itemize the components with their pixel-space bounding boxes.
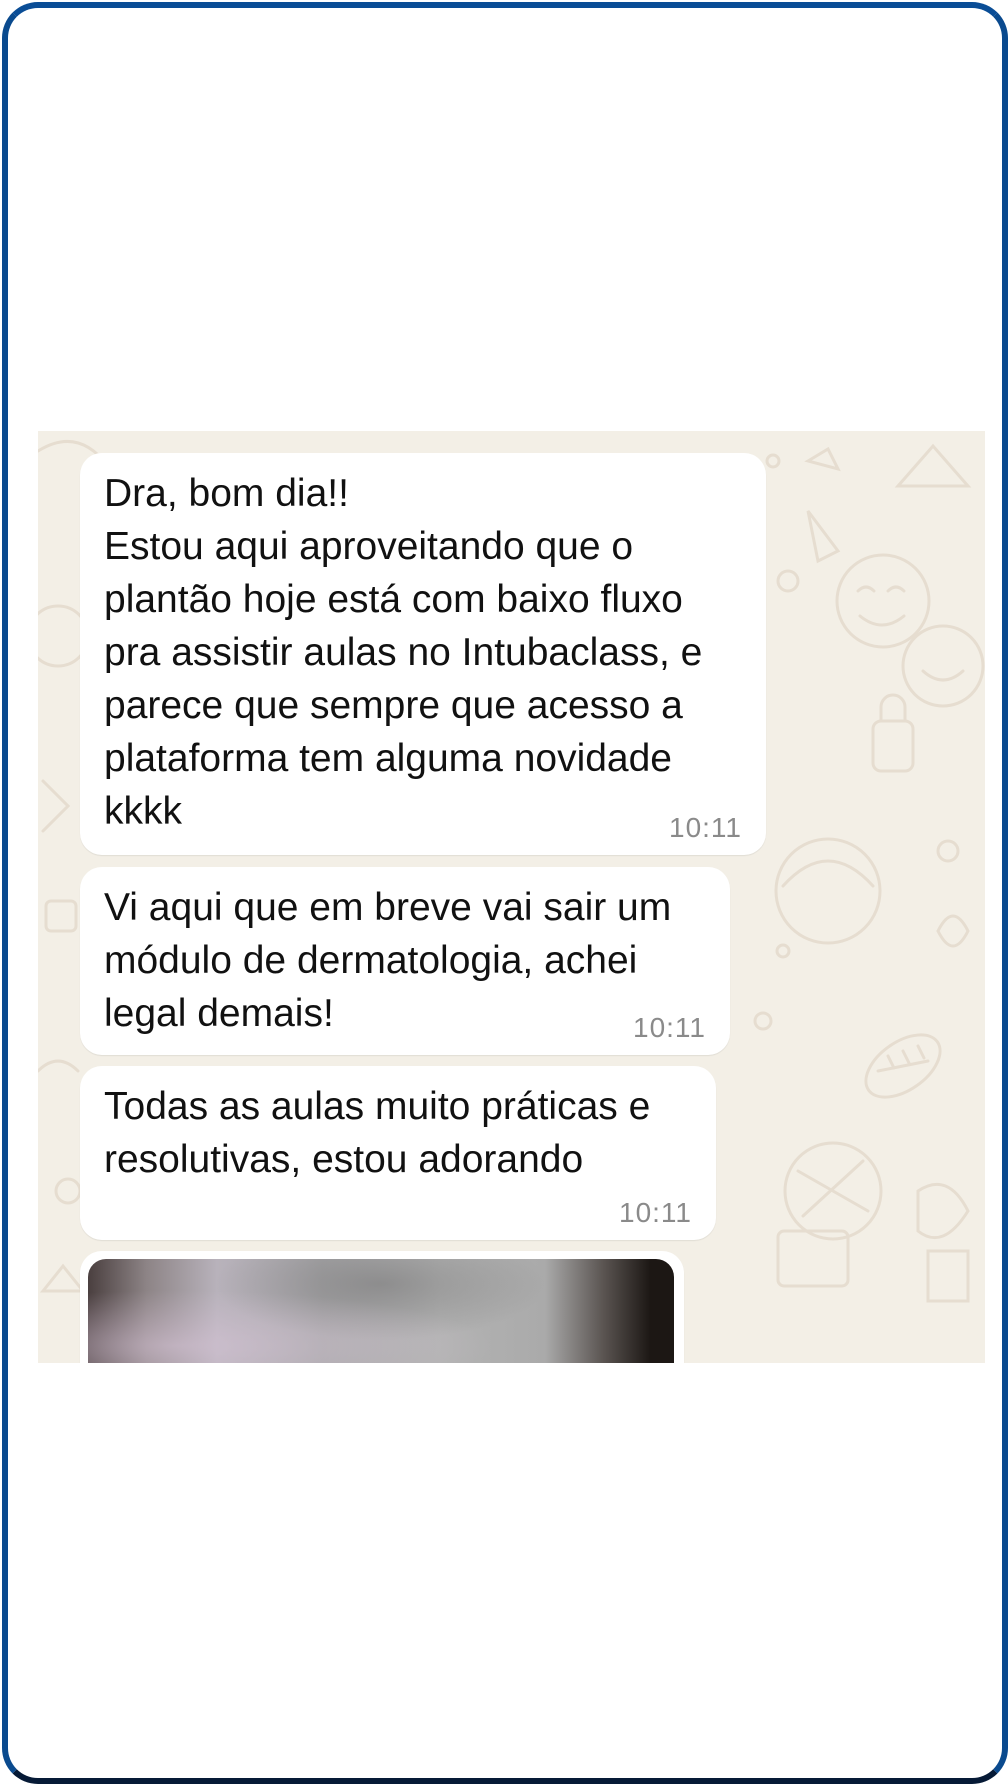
- message-text: Todas as aulas muito práticas e resoluti…: [104, 1085, 662, 1181]
- message-text: Vi aqui que em breve vai sair um módulo …: [104, 886, 683, 1035]
- message-timestamp: 10:11: [669, 812, 742, 843]
- message-bubble[interactable]: Todas as aulas muito práticas e resoluti…: [80, 1066, 716, 1240]
- message-bubble[interactable]: Vi aqui que em breve vai sair um módulo …: [80, 867, 730, 1055]
- message-bubble[interactable]: Dra, bom dia!! Estou aqui aproveitando q…: [80, 453, 766, 855]
- phone-frame: Dra, bom dia!! Estou aqui aproveitando q…: [2, 2, 1008, 1784]
- message-timestamp: 10:11: [633, 1012, 706, 1043]
- chat-conversation[interactable]: Dra, bom dia!! Estou aqui aproveitando q…: [38, 431, 985, 1363]
- blurred-image-thumbnail[interactable]: [88, 1259, 674, 1363]
- media-message-bubble[interactable]: [80, 1251, 684, 1363]
- message-text: Dra, bom dia!! Estou aqui aproveitando q…: [104, 472, 703, 833]
- message-timestamp: 10:11: [619, 1197, 692, 1228]
